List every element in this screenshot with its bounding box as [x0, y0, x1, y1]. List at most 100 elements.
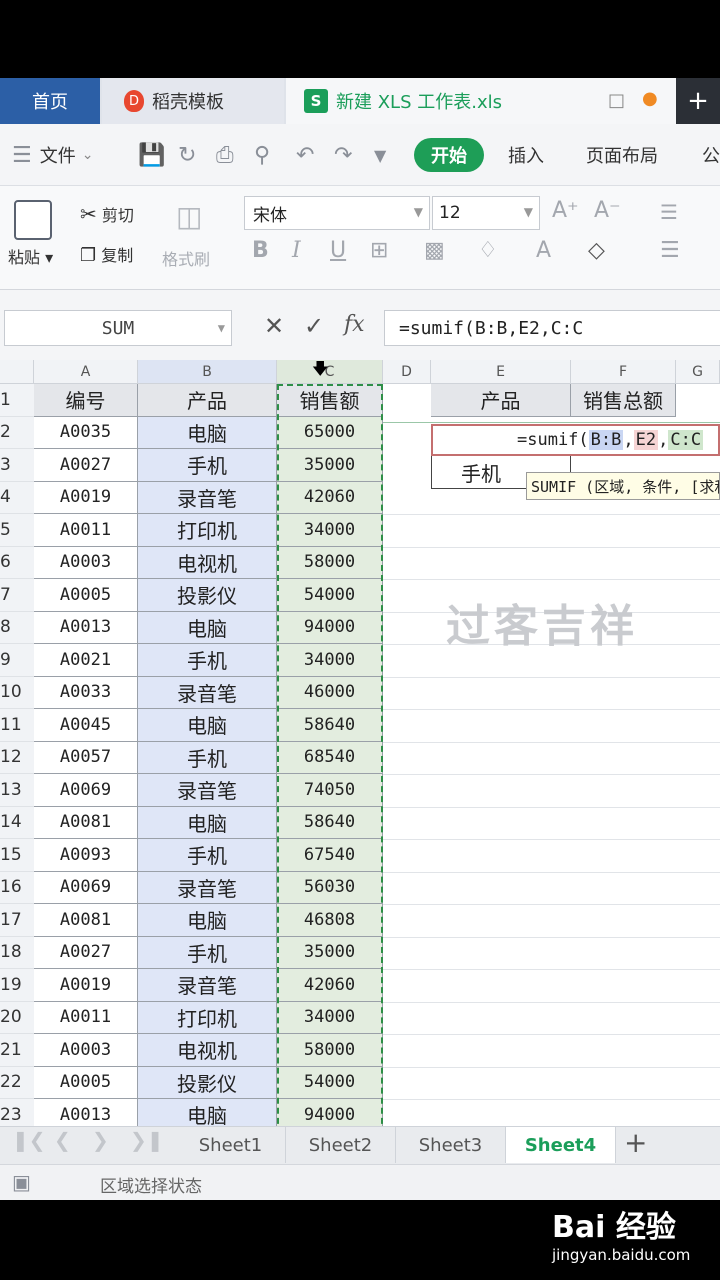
- tab-file[interactable]: S 新建 XLS 工作表.xls □ ●: [286, 78, 676, 124]
- cell-product[interactable]: 投影仪: [138, 579, 277, 612]
- column-header-b[interactable]: B: [138, 360, 277, 384]
- format-painter-button[interactable]: 格式刷: [162, 246, 210, 270]
- cell-id[interactable]: A0027: [34, 449, 138, 482]
- row-header[interactable]: 8: [0, 611, 34, 644]
- cell-sales[interactable]: 58640: [277, 709, 383, 742]
- preview-icon[interactable]: ⚲: [254, 124, 270, 186]
- prev-sheet-icon[interactable]: ❮: [54, 1128, 71, 1152]
- cell-id[interactable]: A0021: [34, 644, 138, 677]
- copy-button[interactable]: ❐ 复制: [80, 242, 133, 266]
- cell-id[interactable]: A0069: [34, 774, 138, 807]
- border-icon[interactable]: ⊞: [370, 238, 388, 263]
- row-header[interactable]: 23: [0, 1099, 34, 1126]
- cell-sales[interactable]: 67540: [277, 839, 383, 872]
- cell-product[interactable]: 录音笔: [138, 481, 277, 514]
- cell-sales[interactable]: 58000: [277, 1034, 383, 1067]
- first-sheet-icon[interactable]: ❚❮: [12, 1128, 46, 1152]
- redo-icon[interactable]: ↷: [334, 124, 352, 186]
- cell-id[interactable]: A0019: [34, 481, 138, 514]
- bold-icon[interactable]: B: [252, 238, 269, 263]
- cell-product[interactable]: 录音笔: [138, 969, 277, 1002]
- next-sheet-icon[interactable]: ❯: [92, 1128, 109, 1152]
- row-header[interactable]: 11: [0, 709, 34, 742]
- column-header-f[interactable]: F: [571, 360, 676, 384]
- column-header-a[interactable]: A: [34, 360, 138, 384]
- column-header-d[interactable]: D: [383, 360, 431, 384]
- cell-product[interactable]: 电脑: [138, 904, 277, 937]
- insert-tab[interactable]: 插入: [508, 124, 544, 186]
- column-header-g[interactable]: G: [676, 360, 720, 384]
- macro-record-icon[interactable]: ▣: [12, 1170, 31, 1194]
- italic-icon[interactable]: I: [292, 238, 301, 263]
- row-header[interactable]: 10: [0, 676, 34, 709]
- tab-template[interactable]: D 稻壳模板: [102, 78, 284, 124]
- cell-sales[interactable]: 42060: [277, 969, 383, 1002]
- cell-sales[interactable]: 54000: [277, 579, 383, 612]
- row-header[interactable]: 6: [0, 546, 34, 579]
- row-header[interactable]: 21: [0, 1034, 34, 1067]
- cell-sales[interactable]: 35000: [277, 449, 383, 482]
- cell-id[interactable]: A0003: [34, 1034, 138, 1067]
- cell-id[interactable]: A0011: [34, 1001, 138, 1034]
- cut-button[interactable]: ✂ 剪切: [80, 202, 134, 226]
- row-header[interactable]: 5: [0, 514, 34, 547]
- cell-product[interactable]: 电脑: [138, 1099, 277, 1126]
- cell-id[interactable]: A0081: [34, 806, 138, 839]
- spreadsheet-grid[interactable]: ABCDEFG 1 编号 产品 销售额 产品 销售总额 2 A0035 电脑 65000 3 A002…: [0, 360, 720, 1126]
- eraser-icon[interactable]: ◇: [588, 238, 605, 263]
- cell-product[interactable]: 电脑: [138, 806, 277, 839]
- cell-id[interactable]: A0027: [34, 936, 138, 969]
- cell-id[interactable]: A0013: [34, 611, 138, 644]
- fill-color-icon[interactable]: ♢: [478, 238, 498, 263]
- cell-sales[interactable]: 58000: [277, 546, 383, 579]
- undo-icon[interactable]: ↶: [296, 124, 314, 186]
- cell-id[interactable]: A0011: [34, 514, 138, 547]
- cell-sales[interactable]: 68540: [277, 741, 383, 774]
- row-header[interactable]: 2: [0, 416, 34, 449]
- cell-sales[interactable]: 34000: [277, 1001, 383, 1034]
- name-box[interactable]: SUM ▼: [4, 310, 232, 346]
- header-cell-e[interactable]: 产品: [431, 384, 571, 417]
- cell-product[interactable]: 手机: [138, 644, 277, 677]
- cell-sales[interactable]: 46808: [277, 904, 383, 937]
- row-header[interactable]: 4: [0, 481, 34, 514]
- formula-input[interactable]: =sumif(B:B,E2,C:C: [384, 310, 720, 346]
- cell-sales[interactable]: 35000: [277, 936, 383, 969]
- font-color-icon[interactable]: A: [536, 238, 551, 263]
- cell-sales[interactable]: 56030: [277, 871, 383, 904]
- cell-id[interactable]: A0093: [34, 839, 138, 872]
- cell-product[interactable]: 手机: [138, 839, 277, 872]
- save-icon[interactable]: 💾: [138, 124, 165, 186]
- row-header[interactable]: 16: [0, 871, 34, 904]
- cell-product[interactable]: 录音笔: [138, 871, 277, 904]
- header-cell-c[interactable]: 销售额: [277, 384, 383, 417]
- output-icon[interactable]: ↻: [178, 124, 196, 186]
- align-top-icon[interactable]: ☰: [660, 200, 678, 224]
- header-cell-b[interactable]: 产品: [138, 384, 277, 417]
- cell-product[interactable]: 打印机: [138, 514, 277, 547]
- select-all-corner[interactable]: [0, 360, 34, 384]
- sheet-tab-1[interactable]: Sheet1: [176, 1127, 286, 1163]
- column-header-e[interactable]: E: [431, 360, 571, 384]
- cell-id[interactable]: A0005: [34, 1066, 138, 1099]
- cell-sales[interactable]: 58640: [277, 806, 383, 839]
- underline-icon[interactable]: U: [330, 238, 346, 263]
- row-header[interactable]: 7: [0, 579, 34, 612]
- cell-product[interactable]: 电视机: [138, 546, 277, 579]
- cell-product[interactable]: 电视机: [138, 1034, 277, 1067]
- sheet-tab-2[interactable]: Sheet2: [286, 1127, 396, 1163]
- row-header[interactable]: 17: [0, 904, 34, 937]
- cell-sales[interactable]: 34000: [277, 514, 383, 547]
- row-header[interactable]: 14: [0, 806, 34, 839]
- font-name-select[interactable]: 宋体 ▼: [244, 196, 430, 230]
- cell-id[interactable]: A0019: [34, 969, 138, 1002]
- row-header[interactable]: 15: [0, 839, 34, 872]
- cell-id[interactable]: A0003: [34, 546, 138, 579]
- sheet-tab-3[interactable]: Sheet3: [396, 1127, 506, 1163]
- confirm-icon[interactable]: ✓: [304, 312, 324, 340]
- cell-product[interactable]: 手机: [138, 449, 277, 482]
- increase-font-icon[interactable]: A⁺: [552, 198, 579, 223]
- row-header[interactable]: 22: [0, 1066, 34, 1099]
- paste-button[interactable]: 粘贴 ▾: [8, 244, 53, 268]
- page-layout-tab[interactable]: 页面布局: [586, 124, 658, 186]
